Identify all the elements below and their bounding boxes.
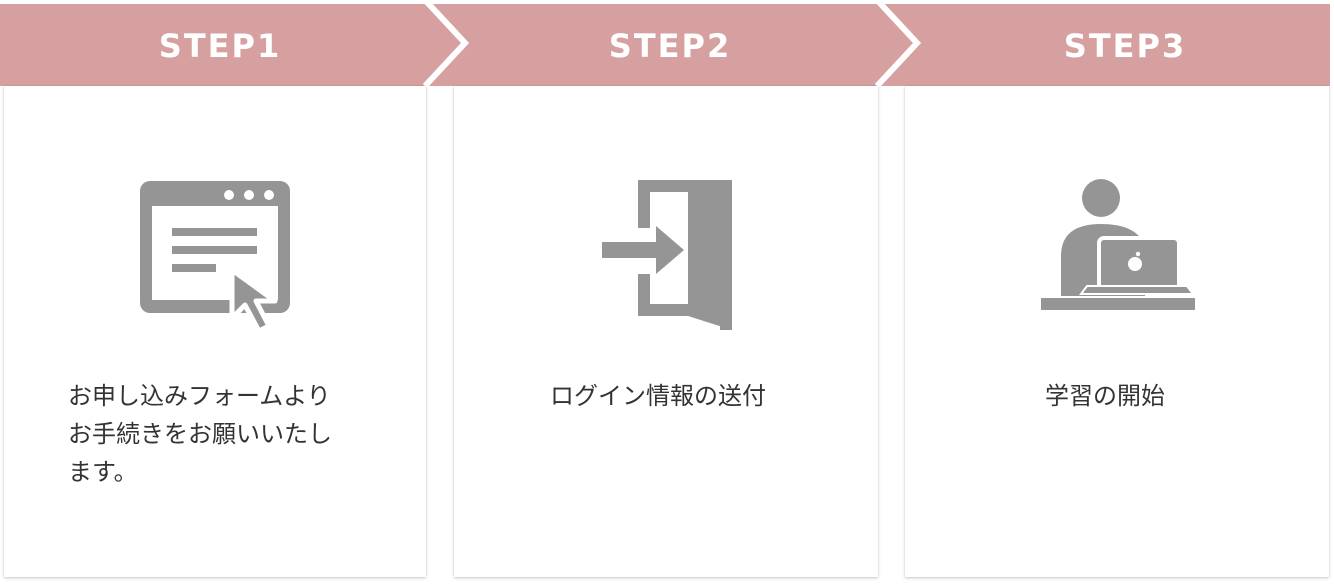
step2-description: ログイン情報の送付 — [550, 382, 766, 410]
step2-card: ログイン情報の送付 — [454, 86, 878, 577]
step3-description: 学習の開始 — [1045, 382, 1165, 410]
browser-form-cursor-icon — [140, 181, 290, 334]
step2-label: STEP2 — [608, 27, 732, 65]
person-laptop-icon — [1041, 179, 1195, 310]
step1-card: お申し込みフォームより お手続きをお願いいたし ます。 — [4, 86, 426, 577]
step3-label: STEP3 — [1063, 27, 1187, 65]
login-door-icon — [602, 180, 732, 330]
step1-description: お申し込みフォームより お手続きをお願いいたし ます。 — [68, 382, 332, 486]
step3-card: 学習の開始 — [905, 86, 1329, 577]
step1-label: STEP1 — [158, 27, 282, 65]
